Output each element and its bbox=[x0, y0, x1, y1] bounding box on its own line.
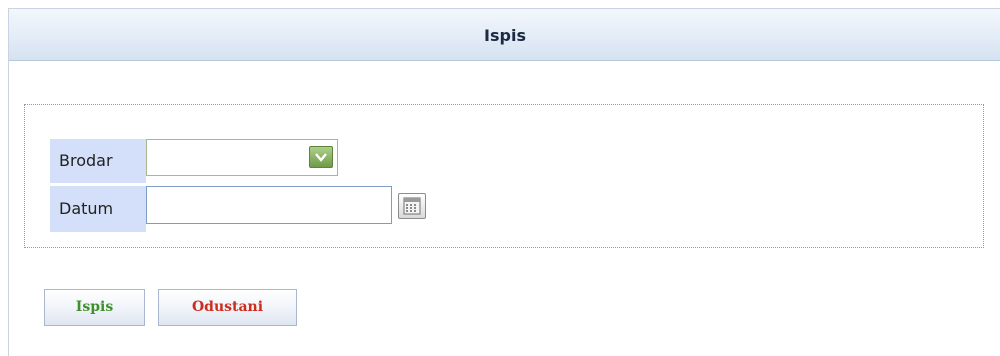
calendar-icon[interactable] bbox=[398, 193, 426, 219]
brodar-select[interactable] bbox=[146, 139, 338, 176]
dialog-title: Ispis bbox=[484, 26, 526, 45]
cancel-button[interactable]: Odustani bbox=[158, 289, 297, 326]
dialog-title-bar: Ispis bbox=[9, 9, 1000, 61]
brodar-label: Brodar bbox=[50, 139, 146, 183]
print-button[interactable]: Ispis bbox=[44, 289, 145, 326]
form-panel bbox=[24, 104, 984, 248]
chevron-down-icon[interactable] bbox=[309, 146, 333, 168]
datum-label: Datum bbox=[50, 186, 146, 232]
datum-input[interactable] bbox=[146, 186, 392, 224]
